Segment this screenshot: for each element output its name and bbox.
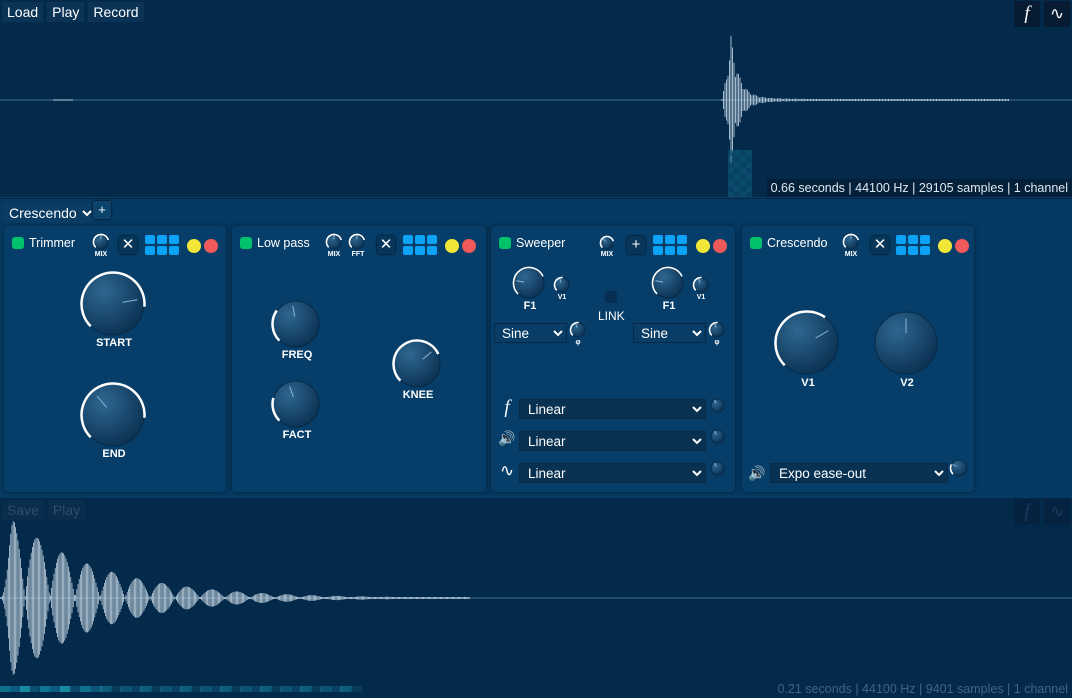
output-waveform (0, 521, 1072, 692)
crescendo-v1-label: V1 (801, 377, 815, 389)
sweeper-phase-left-label: φ (575, 339, 581, 346)
sweeper-panel: Sweeper MIX + F1 V1 LINK F1 V1 Sine φ Si… (491, 226, 735, 492)
sweeper-red-dot[interactable] (713, 239, 727, 253)
sweeper-enable-led[interactable] (499, 237, 511, 249)
trimmer-end-label: END (102, 448, 126, 460)
trimmer-mix-label: MIX (94, 251, 108, 258)
crescendo-close-button[interactable]: ✕ (871, 236, 889, 254)
add-effect-button[interactable]: + (93, 201, 111, 219)
trimmer-blocks[interactable] (145, 235, 179, 255)
lowpass-fact-label: FACT (282, 429, 312, 441)
trimmer-start-knob[interactable] (80, 271, 146, 342)
crescendo-yellow-dot[interactable] (938, 239, 952, 253)
phase-curve-icon: ∿ (499, 461, 515, 481)
effect-select[interactable]: Crescendo (3, 203, 95, 223)
sweeper-v1-right-label: V1 (696, 294, 706, 301)
phase-curve-select[interactable]: Linear (519, 463, 706, 483)
sweeper-blocks[interactable] (653, 235, 687, 255)
crescendo-volume-icon: 🔊 (748, 465, 766, 481)
lowpass-panel: Low pass MIX FFT ✕ FREQ FACT KNEE (232, 226, 486, 492)
sweeper-f1-right-label: F1 (662, 300, 676, 312)
sweeper-phase-right-label: φ (714, 339, 720, 346)
input-info: 0.66 seconds | 44100 Hz | 29105 samples … (766, 179, 1072, 197)
crescendo-v2-knob[interactable] (873, 310, 939, 381)
crescendo-panel: Crescendo MIX ✕ V1 V2 🔊 Expo ease-out (742, 226, 974, 492)
crescendo-curve-knob[interactable] (949, 458, 969, 483)
lowpass-freq-knob[interactable] (271, 299, 321, 354)
sweeper-yellow-dot[interactable] (696, 239, 710, 253)
trimmer-enable-led[interactable] (12, 237, 24, 249)
trimmer-end-knob[interactable] (80, 382, 146, 453)
play-button[interactable]: Play (47, 2, 85, 22)
save-button[interactable]: Save (2, 500, 44, 520)
crescendo-mix-label: MIX (844, 251, 858, 258)
trimmer-close-button[interactable]: ✕ (119, 236, 137, 254)
lowpass-title: Low pass (257, 236, 310, 250)
output-waveform-view-icon[interactable]: ∿ (1044, 499, 1070, 525)
lowpass-freq-label: FREQ (281, 349, 313, 361)
lowpass-blocks[interactable] (403, 235, 437, 255)
output-waveform-panel[interactable]: Save Play f ∿ 0.21 seconds | 44100 Hz | … (0, 498, 1072, 698)
trimmer-panel: Trimmer MIX ✕ START END (4, 226, 226, 492)
link-checkbox[interactable] (605, 291, 617, 303)
frequency-curve-icon: f (504, 397, 510, 418)
sweeper-wave-left-select[interactable]: Sine (494, 323, 567, 343)
trimmer-red-dot[interactable] (204, 239, 218, 253)
sweeper-add-button[interactable]: + (627, 236, 645, 254)
effect-chain: Crescendo + Trimmer MIX ✕ START END Low … (0, 199, 1072, 498)
frequency-view-icon[interactable]: f (1014, 1, 1040, 27)
crescendo-v2-label: V2 (900, 377, 914, 389)
record-button[interactable]: Record (88, 2, 144, 22)
lowpass-enable-led[interactable] (240, 237, 252, 249)
output-info: 0.21 seconds | 44100 Hz | 9401 samples |… (777, 682, 1069, 696)
crescendo-v1-knob[interactable] (774, 310, 840, 381)
lowpass-close-button[interactable]: ✕ (377, 236, 395, 254)
sweeper-v1-left-label: V1 (557, 294, 567, 301)
lowpass-red-dot[interactable] (462, 239, 476, 253)
trimmer-yellow-dot[interactable] (187, 239, 201, 253)
sweeper-f1-left-label: F1 (523, 300, 537, 312)
lowpass-fact-knob[interactable] (271, 379, 321, 434)
waveform-view-icon[interactable]: ∿ (1044, 1, 1070, 27)
crescendo-title: Crescendo (767, 236, 828, 250)
output-frequency-view-icon[interactable]: f (1014, 499, 1040, 525)
lowpass-yellow-dot[interactable] (445, 239, 459, 253)
phase-curve-knob[interactable] (709, 460, 726, 482)
lowpass-knee-label: KNEE (402, 389, 434, 401)
lowpass-fft-label: FFT (351, 251, 365, 258)
input-waveform-panel[interactable]: Load Play Record f ∿ 0.66 seconds | 4410… (0, 0, 1072, 198)
sweeper-wave-right-select[interactable]: Sine (633, 323, 706, 343)
link-label: LINK (598, 309, 625, 323)
crescendo-blocks[interactable] (896, 235, 930, 255)
crescendo-enable-led[interactable] (750, 237, 762, 249)
load-button[interactable]: Load (2, 2, 44, 22)
crescendo-curve-select[interactable]: Expo ease-out (770, 463, 948, 483)
input-waveform (0, 35, 1072, 197)
crescendo-red-dot[interactable] (955, 239, 969, 253)
volume-curve-select[interactable]: Linear (519, 431, 706, 451)
sweeper-title: Sweeper (516, 236, 566, 250)
volume-curve-knob[interactable] (709, 428, 726, 450)
lowpass-knee-knob[interactable] (392, 339, 442, 394)
sweeper-mix-label: MIX (600, 251, 614, 258)
frequency-curve-knob[interactable] (709, 397, 726, 419)
trimmer-title: Trimmer (29, 236, 76, 250)
trimmer-start-label: START (96, 337, 132, 349)
volume-curve-icon: 🔊 (498, 430, 516, 446)
frequency-curve-select[interactable]: Linear (519, 399, 706, 419)
play-output-button[interactable]: Play (47, 500, 86, 520)
